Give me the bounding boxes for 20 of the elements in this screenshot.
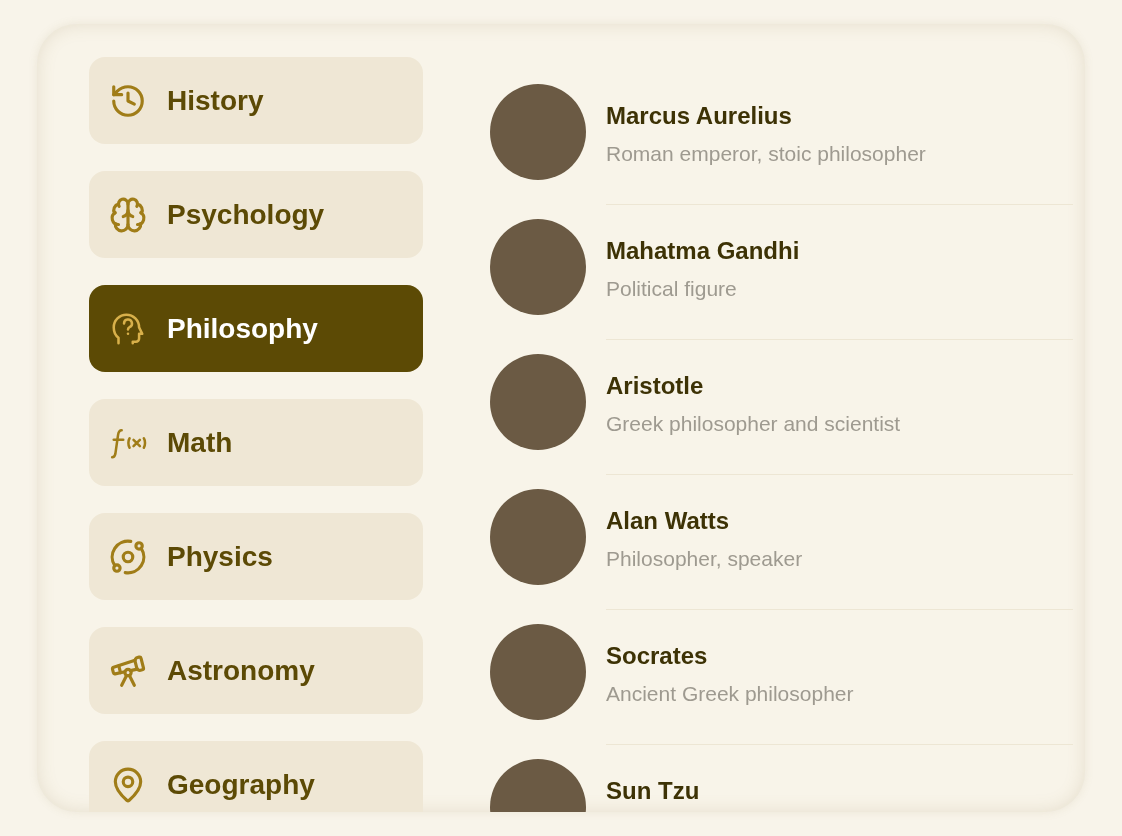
category-button[interactable]: History — [89, 57, 423, 144]
person-name: Aristotle — [606, 371, 705, 401]
category-button[interactable]: Math — [89, 399, 423, 486]
person-description: Ancient Greek philosopher — [606, 681, 855, 707]
person-description: Roman emperor, stoic philosopher — [606, 141, 927, 167]
person-name: Mahatma Gandhi — [606, 236, 801, 266]
person-name: Alan Watts — [606, 506, 731, 536]
category-button[interactable]: Philosophy — [89, 285, 423, 372]
person-name: Marcus Aurelius — [606, 101, 793, 131]
category-button[interactable]: Geography — [89, 741, 423, 812]
category-button[interactable]: Physics — [89, 513, 423, 600]
category-button[interactable]: Astronomy — [89, 627, 423, 714]
orbit-icon — [109, 537, 147, 576]
brain-icon — [109, 195, 147, 234]
category-button[interactable]: Psychology — [89, 171, 423, 258]
person-description: Philosopher, speaker — [606, 546, 804, 572]
person-description: Greek philosopher and scientist — [606, 411, 902, 437]
person-description: Political figure — [606, 276, 738, 302]
person-name: Socrates — [606, 641, 709, 671]
person-name: Sun Tzu — [606, 776, 701, 806]
